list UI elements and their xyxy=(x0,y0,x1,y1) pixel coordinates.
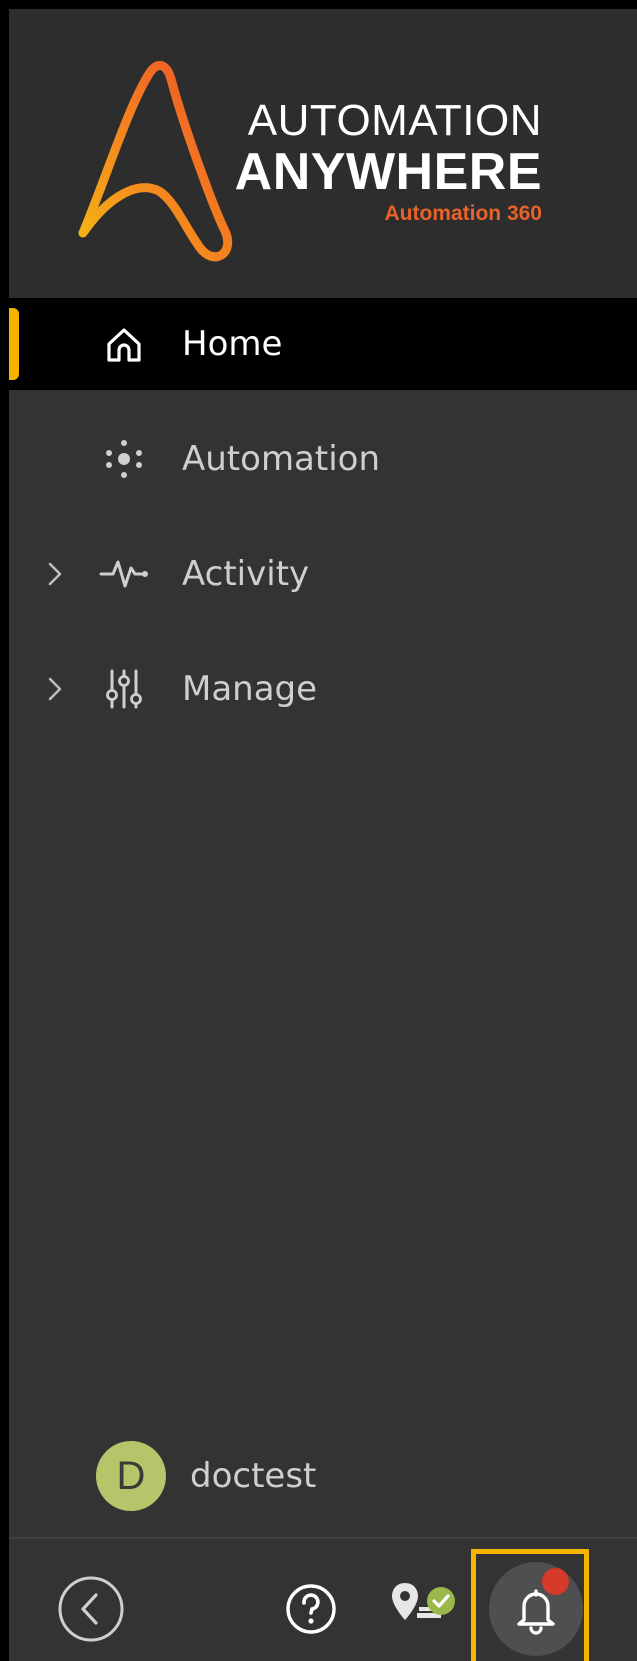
brand-header: AUTOMATION ANYWHERE Automation 360 xyxy=(9,9,637,299)
active-indicator xyxy=(9,308,19,380)
bell-icon xyxy=(517,1589,555,1635)
home-icon xyxy=(107,328,141,362)
brand-line-2: ANYWHERE xyxy=(234,143,542,201)
help-circle-icon[interactable] xyxy=(281,1579,341,1639)
nav-item-automation[interactable]: Automation xyxy=(9,413,637,505)
nav-label-home: Home xyxy=(182,324,283,364)
notifications-button[interactable] xyxy=(489,1562,583,1656)
nav-item-activity[interactable]: Activity xyxy=(9,528,637,620)
bot-agent-status-icon[interactable] xyxy=(389,1577,461,1639)
brand-wordmark: AUTOMATION ANYWHERE Automation 360 xyxy=(235,97,542,227)
nav-item-home[interactable]: Home xyxy=(9,298,637,390)
chevron-left-circle-icon[interactable] xyxy=(55,1573,127,1645)
automation-icon xyxy=(106,440,142,478)
sidebar-panel: AUTOMATION ANYWHERE Automation 360 Home xyxy=(0,0,637,1661)
nav-label-manage: Manage xyxy=(182,669,318,709)
avatar[interactable]: D xyxy=(96,1441,166,1511)
nav-label-automation: Automation xyxy=(182,439,381,479)
chevron-right-icon[interactable] xyxy=(42,673,66,705)
brand-line-1: AUTOMATION xyxy=(247,96,542,145)
brand-product: Automation 360 xyxy=(384,202,542,225)
notification-badge xyxy=(542,1568,569,1595)
username[interactable]: doctest xyxy=(190,1451,316,1501)
chevron-right-icon[interactable] xyxy=(42,558,66,590)
nav-label-activity: Activity xyxy=(182,554,310,594)
footer-divider xyxy=(9,1537,637,1539)
manage-icon xyxy=(106,669,142,709)
activity-icon xyxy=(99,560,148,588)
nav-item-manage[interactable]: Manage xyxy=(9,643,637,735)
main-nav: Home Automation Activity Manage xyxy=(9,298,637,758)
connected-status-dot xyxy=(427,1587,455,1615)
